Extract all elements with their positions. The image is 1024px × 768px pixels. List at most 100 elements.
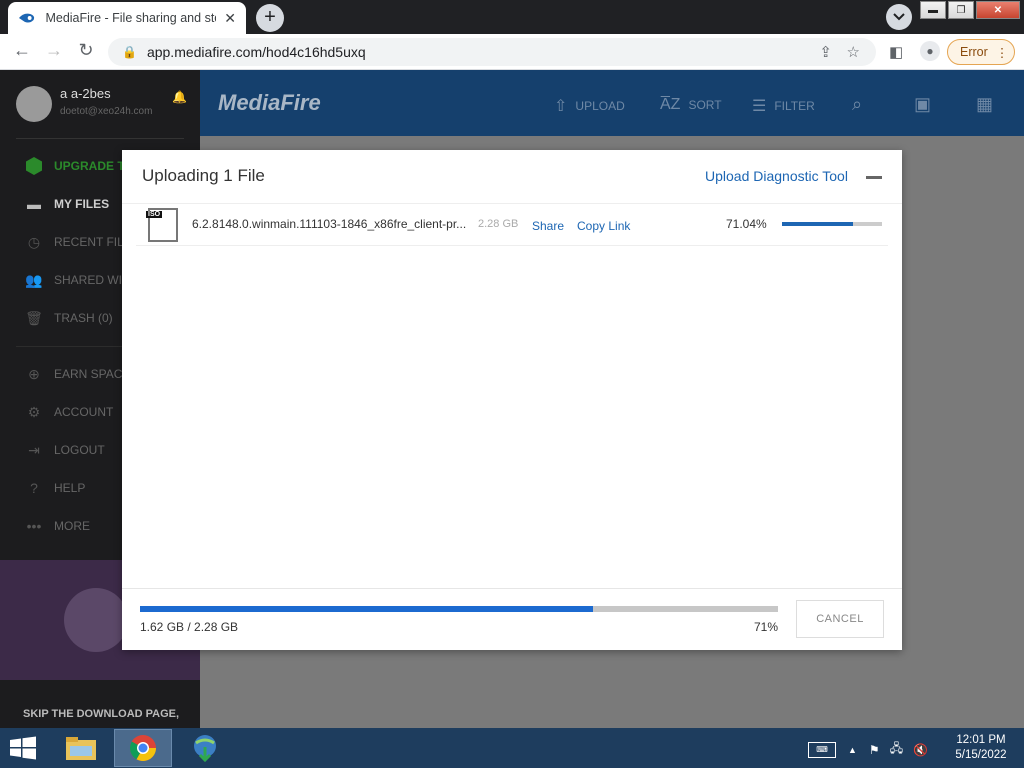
action-center-flag-icon[interactable]: ⚑ — [869, 743, 880, 757]
user-profile[interactable]: a a-2bes doetot@xeo24h.com — [16, 86, 152, 122]
taskbar-file-explorer[interactable] — [52, 729, 110, 767]
reload-icon[interactable]: ↻ — [74, 40, 98, 61]
sidebar-item-label: TRASH (0) — [54, 311, 113, 325]
system-clock[interactable]: 12:01 PM 5/15/2022 — [948, 733, 1014, 763]
user-email: doetot@xeo24h.com — [60, 106, 153, 117]
upload-button[interactable]: ⇧ UPLOAD — [554, 96, 625, 116]
side-panel-icon[interactable]: ◧ — [889, 43, 903, 61]
copy-link[interactable]: Copy Link — [577, 219, 630, 233]
tab-search-button[interactable] — [886, 4, 912, 30]
search-icon[interactable]: ⌕ — [852, 94, 862, 115]
show-hidden-icons-icon[interactable]: ▲ — [848, 745, 857, 755]
sidebar-item-recent-files[interactable]: ◷ RECENT FILE — [24, 232, 132, 252]
sidebar-item-my-files[interactable]: ▬ MY FILES — [24, 194, 109, 214]
avatar — [16, 86, 52, 122]
grid-view-icon[interactable]: ▦ — [976, 94, 993, 115]
system-tray: ⌨ ▲ ⚑ 🖧 🔇 — [808, 739, 928, 760]
gear-icon: ⚙ — [27, 403, 41, 420]
promo-illustration — [64, 588, 128, 652]
total-progress-fill — [140, 606, 594, 612]
sidebar-item-label: EARN SPACE — [54, 367, 131, 381]
filter-label: FILTER — [774, 99, 815, 113]
dialog-title: Uploading 1 File — [142, 166, 265, 185]
file-progress-bar — [782, 222, 882, 226]
sidebar-item-label: SHARED WIT — [54, 273, 130, 287]
total-progress-bar — [140, 606, 778, 612]
page-content: a a-2bes doetot@xeo24h.com 🔔 UPGRADE TO … — [0, 70, 1024, 728]
sidebar-item-logout[interactable]: ⇥ LOGOUT — [24, 440, 105, 460]
sidebar-item-label: RECENT FILE — [54, 235, 132, 249]
start-button[interactable] — [8, 736, 38, 760]
sidebar-item-trash[interactable]: 🗑 TRASH (0) — [24, 308, 113, 328]
taskbar-download-manager[interactable] — [176, 729, 234, 767]
mediafire-favicon-icon — [18, 13, 35, 23]
sort-label: SORT — [688, 98, 722, 112]
sort-button[interactable]: A̅Z SORT — [660, 96, 722, 114]
sidebar-divider — [16, 138, 184, 139]
menu-dots-icon: ⋮ — [995, 45, 1009, 60]
close-window-button[interactable]: ✕ — [976, 1, 1020, 19]
filter-button[interactable]: ☰ FILTER — [752, 96, 815, 116]
error-button[interactable]: Error ⋮ — [947, 39, 1015, 65]
new-tab-button[interactable]: + — [256, 4, 284, 32]
minimize-dialog-icon[interactable] — [866, 176, 882, 179]
sidebar-item-upgrade[interactable]: UPGRADE TO — [24, 156, 134, 176]
trash-icon: 🗑 — [25, 309, 43, 326]
file-name: 6.2.8148.0.winmain.111103-1846_x86fre_cl… — [192, 217, 467, 231]
browser-tab[interactable]: MediaFire - File sharing and stora ✕ — [8, 2, 246, 34]
logout-icon: ⇥ — [28, 441, 40, 458]
windows-taskbar: ⌨ ▲ ⚑ 🖧 🔇 12:01 PM 5/15/2022 — [0, 728, 1024, 768]
window-controls: ▬ ❐ ✕ — [918, 1, 1020, 19]
taskbar-chrome[interactable] — [114, 729, 172, 767]
sidebar-item-label: MORE — [54, 519, 90, 533]
file-progress-percent: 71.04% — [726, 217, 767, 231]
file-progress-fill — [782, 222, 854, 226]
folder-icon: ▬ — [27, 196, 41, 212]
upload-file-row: ISO 6.2.8148.0.winmain.111103-1846_x86fr… — [136, 204, 888, 246]
people-icon: 👥 — [25, 271, 43, 288]
tab-title: MediaFire - File sharing and stora — [45, 11, 217, 25]
share-link[interactable]: Share — [532, 219, 564, 233]
volume-muted-icon[interactable]: 🔇 — [913, 743, 928, 757]
filter-icon: ☰ — [752, 98, 767, 115]
more-icon: ••• — [26, 518, 42, 534]
cancel-button[interactable]: CANCEL — [796, 600, 884, 638]
logo-text: MediaFire — [218, 90, 321, 115]
sidebar-item-help[interactable]: ? HELP — [24, 478, 85, 498]
sidebar-item-label: LOGOUT — [54, 443, 105, 457]
sidebar-item-earn-space[interactable]: ⊕ EARN SPACE — [24, 364, 130, 384]
bell-icon[interactable]: 🔔 — [172, 90, 187, 104]
back-arrow-icon[interactable]: ← — [10, 40, 34, 61]
keyboard-icon[interactable]: ⌨ — [808, 741, 836, 758]
address-bar[interactable]: 🔒 app.mediafire.com/hod4c16hd5uxq ⇪ ☆ — [108, 38, 876, 66]
network-icon[interactable]: 🖧 — [890, 739, 903, 760]
plus-circle-icon: ⊕ — [28, 365, 40, 382]
chevron-down-icon — [893, 13, 905, 21]
restore-window-button[interactable]: ❐ — [948, 1, 974, 19]
forward-arrow-icon[interactable]: → — [42, 40, 66, 61]
upload-label: UPLOAD — [575, 99, 625, 113]
sort-icon: A̅Z — [660, 96, 681, 113]
new-folder-icon[interactable]: ▣ — [914, 94, 931, 115]
upload-diagnostic-link[interactable]: Upload Diagnostic Tool — [705, 168, 848, 184]
share-icon[interactable]: ⇪ — [819, 43, 832, 61]
sidebar-item-account[interactable]: ⚙ ACCOUNT — [24, 402, 114, 422]
mediafire-header: MediaFire ⇧ UPLOAD A̅Z SORT ☰ FILTER ⌕ ▣… — [200, 70, 1024, 136]
mediafire-logo[interactable]: MediaFire — [218, 90, 321, 116]
tab-close-icon[interactable]: ✕ — [224, 10, 236, 27]
file-size: 2.28 GB — [478, 218, 519, 230]
url-text: app.mediafire.com/hod4c16hd5uxq — [146, 44, 366, 60]
browser-toolbar: ← → ↻ 🔒 app.mediafire.com/hod4c16hd5uxq … — [0, 34, 1024, 70]
upload-icon: ⇧ — [554, 98, 568, 115]
sidebar-item-more[interactable]: ••• MORE — [24, 516, 90, 536]
folder-icon — [66, 737, 96, 760]
chrome-icon — [129, 735, 157, 762]
windows-logo-icon — [10, 736, 36, 760]
dialog-footer: 1.62 GB / 2.28 GB 71% CANCEL — [122, 588, 902, 650]
sidebar-item-label: HELP — [54, 481, 86, 495]
sidebar-item-shared[interactable]: 👥 SHARED WIT — [24, 270, 129, 290]
bookmark-star-icon[interactable]: ☆ — [847, 43, 860, 61]
minimize-window-button[interactable]: ▬ — [920, 1, 946, 19]
sidebar-item-label: ACCOUNT — [54, 405, 114, 419]
profile-icon[interactable]: ● — [920, 41, 940, 61]
